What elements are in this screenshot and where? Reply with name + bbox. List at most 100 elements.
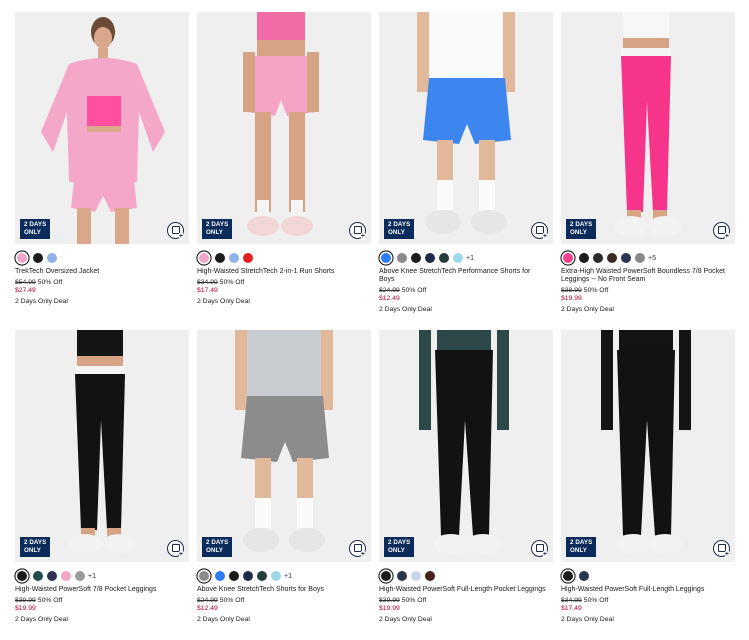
color-swatch[interactable] bbox=[397, 571, 407, 581]
color-swatch[interactable] bbox=[397, 253, 407, 263]
deal-badge: 2 DAYS ONLY bbox=[20, 537, 50, 557]
deal-badge-line: 2 DAYS bbox=[570, 539, 593, 546]
color-swatch[interactable] bbox=[61, 571, 71, 581]
product-card[interactable]: 2 DAYSONLY +1 Above Knee StretchTech Short… bbox=[197, 330, 371, 640]
more-colors-link[interactable]: +1 bbox=[88, 573, 96, 580]
color-swatch[interactable] bbox=[229, 571, 239, 581]
sale-price: $17.49 bbox=[561, 605, 582, 612]
price-block: $39.99 50% Off $19.99 bbox=[15, 597, 189, 613]
color-swatch[interactable] bbox=[579, 571, 589, 581]
color-swatch[interactable] bbox=[215, 571, 225, 581]
bag-plus-icon[interactable] bbox=[531, 540, 548, 558]
color-swatch[interactable] bbox=[271, 571, 281, 581]
bag-plus-icon[interactable] bbox=[531, 222, 548, 240]
color-swatches: +1 bbox=[197, 570, 371, 582]
color-swatch[interactable] bbox=[47, 571, 57, 581]
color-swatch[interactable] bbox=[17, 253, 27, 263]
original-price: $34.99 bbox=[197, 279, 218, 286]
product-image[interactable]: 2 DAYS ONLY bbox=[379, 12, 553, 244]
deal-badge: 2 DAYS ONLY bbox=[566, 537, 596, 557]
bag-plus-icon[interactable] bbox=[167, 540, 184, 558]
bag-plus-icon[interactable] bbox=[349, 222, 366, 240]
product-image[interactable]: 2 DAYS ONLY bbox=[379, 330, 553, 562]
color-swatch[interactable] bbox=[563, 253, 573, 263]
color-swatch[interactable] bbox=[47, 253, 57, 263]
shoe-right bbox=[289, 528, 325, 552]
bag-plus-icon[interactable] bbox=[713, 222, 730, 240]
sale-price: $19.99 bbox=[15, 605, 36, 612]
color-swatch[interactable] bbox=[229, 253, 239, 263]
product-card[interactable]: 2 DAYSONLY High-Waisted StretchTech 2-in-… bbox=[197, 12, 371, 330]
model-arm-right bbox=[307, 52, 319, 112]
deal-badge: 2 DAYS ONLY bbox=[566, 219, 596, 239]
product-name[interactable]: High-Waisted StretchTech 2-in-1 Run Shor… bbox=[197, 268, 365, 276]
deal-badge: 2 DAYS ONLY bbox=[20, 219, 50, 239]
shoe-right bbox=[648, 216, 682, 236]
bag-plus-icon[interactable] bbox=[349, 540, 366, 558]
color-swatch[interactable] bbox=[621, 253, 631, 263]
shoe-left bbox=[425, 210, 461, 234]
bag-plus-icon[interactable] bbox=[713, 540, 730, 558]
color-swatch[interactable] bbox=[243, 253, 253, 263]
model-leg-left bbox=[77, 208, 91, 244]
product-name[interactable]: Extra-High Waisted PowerSoft Boundless 7… bbox=[561, 268, 729, 284]
color-swatch[interactable] bbox=[411, 253, 421, 263]
product-photo bbox=[379, 330, 553, 562]
product-name[interactable]: High-Waisted PowerSoft Full-Length Pocke… bbox=[379, 586, 547, 594]
color-swatch[interactable] bbox=[257, 571, 267, 581]
color-swatch[interactable] bbox=[425, 571, 435, 581]
color-swatches bbox=[15, 252, 189, 264]
shoe-left bbox=[614, 216, 648, 236]
color-swatch[interactable] bbox=[411, 571, 421, 581]
product-name[interactable]: Above Knee StretchTech Shorts for Boys bbox=[197, 586, 365, 594]
color-swatch[interactable] bbox=[75, 571, 85, 581]
product-image[interactable]: 2 DAYS ONLY bbox=[561, 330, 735, 562]
color-swatch[interactable] bbox=[199, 571, 209, 581]
color-swatch[interactable] bbox=[635, 253, 645, 263]
color-swatch[interactable] bbox=[199, 253, 209, 263]
color-swatch[interactable] bbox=[453, 253, 463, 263]
product-card[interactable]: 2 DAYSONLY High-Waisted PowerSoft Full-Le… bbox=[561, 330, 735, 640]
deal-badge-line: ONLY bbox=[388, 546, 406, 554]
deal-badge-line: 2 DAYS bbox=[24, 539, 47, 546]
model-leg-right bbox=[115, 208, 129, 244]
price-block: $39.99 50% Off $19.99 bbox=[379, 597, 553, 613]
color-swatch[interactable] bbox=[425, 253, 435, 263]
product-name[interactable]: High-Waisted PowerSoft 7/8 Pocket Leggin… bbox=[15, 586, 183, 594]
bag-plus-icon[interactable] bbox=[167, 222, 184, 240]
product-image[interactable]: 2 DAYS ONLY bbox=[561, 12, 735, 244]
product-image[interactable]: 2 DAYS ONLY bbox=[197, 330, 371, 562]
color-swatch[interactable] bbox=[439, 253, 449, 263]
color-swatch[interactable] bbox=[33, 253, 43, 263]
color-swatch[interactable] bbox=[17, 571, 27, 581]
product-name[interactable]: Above Knee StretchTech Performance Short… bbox=[379, 268, 547, 284]
product-card[interactable]: 2 DAYSONLY High-Waisted PowerSoft Full-Le… bbox=[379, 330, 553, 640]
color-swatches: +5 bbox=[561, 252, 735, 264]
color-swatch[interactable] bbox=[593, 253, 603, 263]
product-image[interactable]: 2 DAYS ONLY bbox=[15, 12, 189, 244]
more-colors-link[interactable]: +5 bbox=[648, 255, 656, 262]
more-colors-link[interactable]: +1 bbox=[466, 255, 474, 262]
color-swatch[interactable] bbox=[381, 253, 391, 263]
product-card[interactable]: 2 DAYSONLY +5 Extra-High Waisted PowerSoft… bbox=[561, 12, 735, 330]
color-swatch[interactable] bbox=[33, 571, 43, 581]
product-image[interactable]: 2 DAYS ONLY bbox=[197, 12, 371, 244]
deal-label: 2 Days Only Deal bbox=[197, 616, 250, 623]
color-swatch[interactable] bbox=[215, 253, 225, 263]
product-name[interactable]: TrekTech Oversized Jacket bbox=[15, 268, 183, 276]
color-swatch[interactable] bbox=[607, 253, 617, 263]
deal-badge-line: ONLY bbox=[206, 546, 224, 554]
product-image[interactable]: 2 DAYS ONLY bbox=[15, 330, 189, 562]
color-swatch[interactable] bbox=[381, 571, 391, 581]
color-swatch[interactable] bbox=[579, 253, 589, 263]
color-swatch[interactable] bbox=[563, 571, 573, 581]
more-colors-link[interactable]: +1 bbox=[284, 573, 292, 580]
original-price: $34.99 bbox=[561, 597, 582, 604]
top bbox=[623, 12, 669, 38]
product-card[interactable]: 2 DAYSONLY +1 Above Knee StretchTech Perfo… bbox=[379, 12, 553, 330]
product-name[interactable]: High-Waisted PowerSoft Full-Length Leggi… bbox=[561, 586, 729, 594]
color-swatch[interactable] bbox=[243, 571, 253, 581]
deal-badge: 2 DAYS ONLY bbox=[384, 537, 414, 557]
product-card[interactable]: 2 DAYSONLY TrekTech Oversized Jacket $54.9… bbox=[15, 12, 189, 330]
product-card[interactable]: 2 DAYSONLY +1 High-Waisted PowerSoft 7/8 P… bbox=[15, 330, 189, 640]
